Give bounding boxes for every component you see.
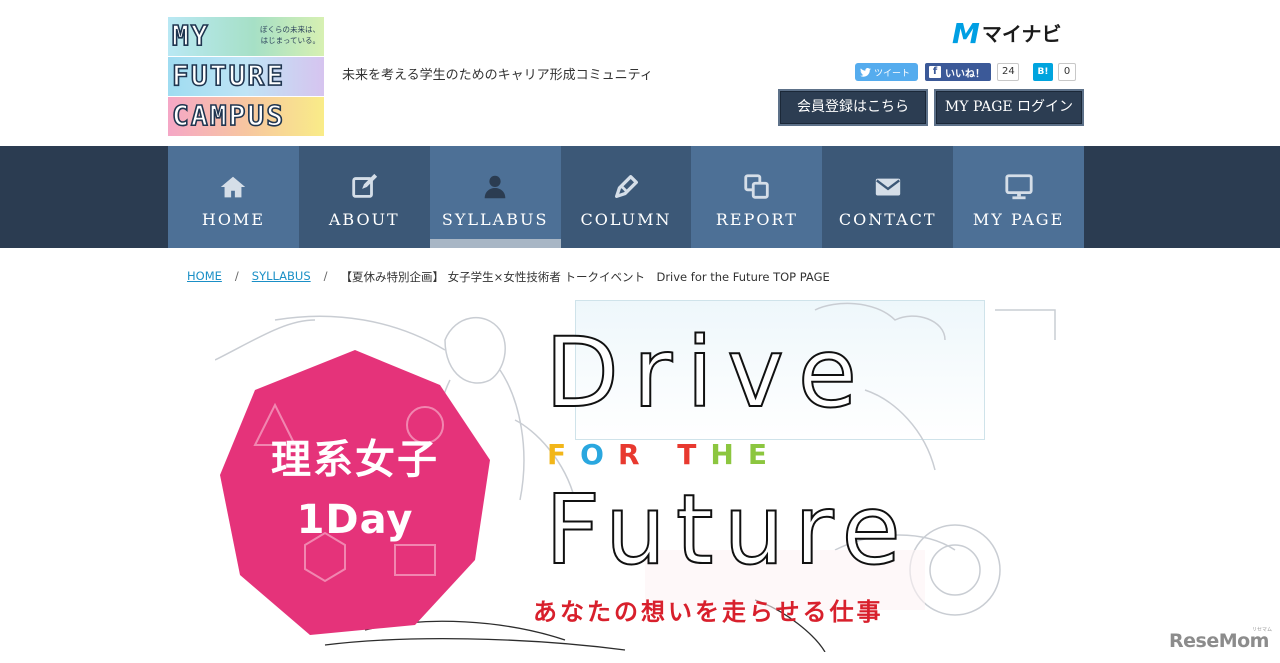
breadcrumb-current: 【夏休み特別企画】 女子学生×女性技術者 トークイベント Drive for t… bbox=[340, 270, 830, 284]
for-the-letter bbox=[654, 438, 678, 471]
logo-tagline: ぼくらの未来は、はじまっている。 bbox=[260, 25, 320, 45]
hero-subtitle: あなたの想いを走らせる仕事 bbox=[533, 597, 884, 626]
badge-1day: 1Day bbox=[296, 497, 414, 543]
title-for-the: FOR THE bbox=[547, 438, 781, 472]
nav-label-column: COLUMN bbox=[580, 210, 672, 229]
badge-rikei-joshi: 理系女子 bbox=[271, 437, 439, 483]
nav-item-report[interactable]: REPORT bbox=[691, 146, 823, 248]
nav-label-contact: CONTACT bbox=[838, 210, 937, 229]
nav-active-indicator bbox=[429, 239, 561, 248]
nav-item-column[interactable]: COLUMN bbox=[560, 146, 692, 248]
monitor-icon bbox=[1003, 171, 1035, 203]
site-header: MY ぼくらの未来は、はじまっている。 FUTURE CAMPUS 未来を考える… bbox=[0, 0, 1280, 146]
person-icon bbox=[479, 171, 511, 203]
logo-row-campus: CAMPUS bbox=[168, 97, 324, 136]
home-icon bbox=[217, 171, 249, 203]
nav-items: HOME ABOUT SYLLABUS COLUMN REPORT CONTAC… bbox=[168, 146, 1085, 248]
for-the-letter: E bbox=[747, 438, 781, 471]
copy-icon bbox=[741, 171, 773, 203]
nav-item-mypage[interactable]: MY PAGE bbox=[953, 146, 1085, 248]
logo-word-my: MY bbox=[171, 18, 210, 53]
nav-label-mypage: MY PAGE bbox=[972, 210, 1065, 229]
site-tagline: 未来を考える学生のためのキャリア形成コミュニティ bbox=[342, 68, 653, 83]
rikei-joshi-badge bbox=[220, 350, 490, 635]
nav-label-home: HOME bbox=[201, 210, 265, 229]
pen-icon bbox=[610, 171, 642, 203]
resemom-watermark: ReseMom bbox=[1169, 630, 1269, 652]
nav-item-syllabus[interactable]: SYLLABUS bbox=[429, 146, 561, 248]
for-the-letter: O bbox=[580, 438, 618, 471]
breadcrumb-syllabus-link[interactable]: SYLLABUS bbox=[252, 269, 311, 285]
logo-row-future: FUTURE bbox=[168, 57, 324, 96]
twitter-bird-icon bbox=[860, 67, 871, 77]
like-count: 24 bbox=[997, 63, 1019, 81]
breadcrumb: HOME / SYLLABUS / 【夏休み特別企画】 女子学生×女性技術者 ト… bbox=[187, 269, 830, 285]
hero-banner: 理系女子 1Day Drive FOR THE Future あなたの想いを走ら… bbox=[215, 300, 1065, 652]
edit-icon bbox=[348, 171, 380, 203]
mynavi-name: マイナビ bbox=[981, 22, 1062, 46]
breadcrumb-home-link[interactable]: HOME bbox=[187, 269, 222, 285]
like-label: いいね！ bbox=[945, 68, 985, 80]
hatena-bookmark-button[interactable]: B! bbox=[1033, 63, 1053, 81]
nav-item-contact[interactable]: CONTACT bbox=[822, 146, 954, 248]
mynavi-mark-icon: M bbox=[952, 17, 980, 50]
logo-word-future: FUTURE bbox=[171, 58, 286, 93]
title-future: Future bbox=[544, 474, 911, 586]
breadcrumb-separator: / bbox=[234, 269, 239, 283]
logo-word-campus: CAMPUS bbox=[171, 98, 286, 133]
facebook-like-button[interactable]: f いいね！ bbox=[925, 63, 991, 81]
site-logo[interactable]: MY ぼくらの未来は、はじまっている。 FUTURE CAMPUS bbox=[168, 17, 324, 136]
main-nav: HOME ABOUT SYLLABUS COLUMN REPORT CONTAC… bbox=[0, 146, 1280, 248]
for-the-letter: R bbox=[617, 438, 654, 471]
nav-item-home[interactable]: HOME bbox=[168, 146, 299, 248]
nav-item-about[interactable]: ABOUT bbox=[298, 146, 430, 248]
tweet-label: ツイート bbox=[874, 68, 911, 79]
breadcrumb-separator: / bbox=[323, 269, 328, 283]
mypage-login-button[interactable]: MY PAGE ログイン bbox=[934, 89, 1084, 126]
for-the-letter: H bbox=[710, 438, 748, 471]
for-the-letter: F bbox=[547, 438, 581, 471]
mail-icon bbox=[872, 171, 904, 203]
logo-row-my: MY ぼくらの未来は、はじまっている。 bbox=[168, 17, 324, 56]
nav-label-report: REPORT bbox=[715, 210, 798, 229]
for-the-letter: T bbox=[677, 438, 711, 471]
hatena-icon: B! bbox=[1037, 67, 1049, 77]
nav-label-about: ABOUT bbox=[328, 210, 400, 229]
mynavi-logo[interactable]: M マイナビ bbox=[952, 19, 1061, 49]
hatena-count: 0 bbox=[1058, 63, 1076, 81]
register-button[interactable]: 会員登録はこちら bbox=[778, 89, 928, 126]
tweet-button[interactable]: ツイート bbox=[855, 63, 918, 81]
resemom-watermark-small: リセマム bbox=[1252, 627, 1273, 633]
facebook-icon: f bbox=[929, 66, 941, 78]
nav-label-syllabus: SYLLABUS bbox=[441, 210, 549, 229]
title-drive: Drive bbox=[544, 317, 871, 429]
